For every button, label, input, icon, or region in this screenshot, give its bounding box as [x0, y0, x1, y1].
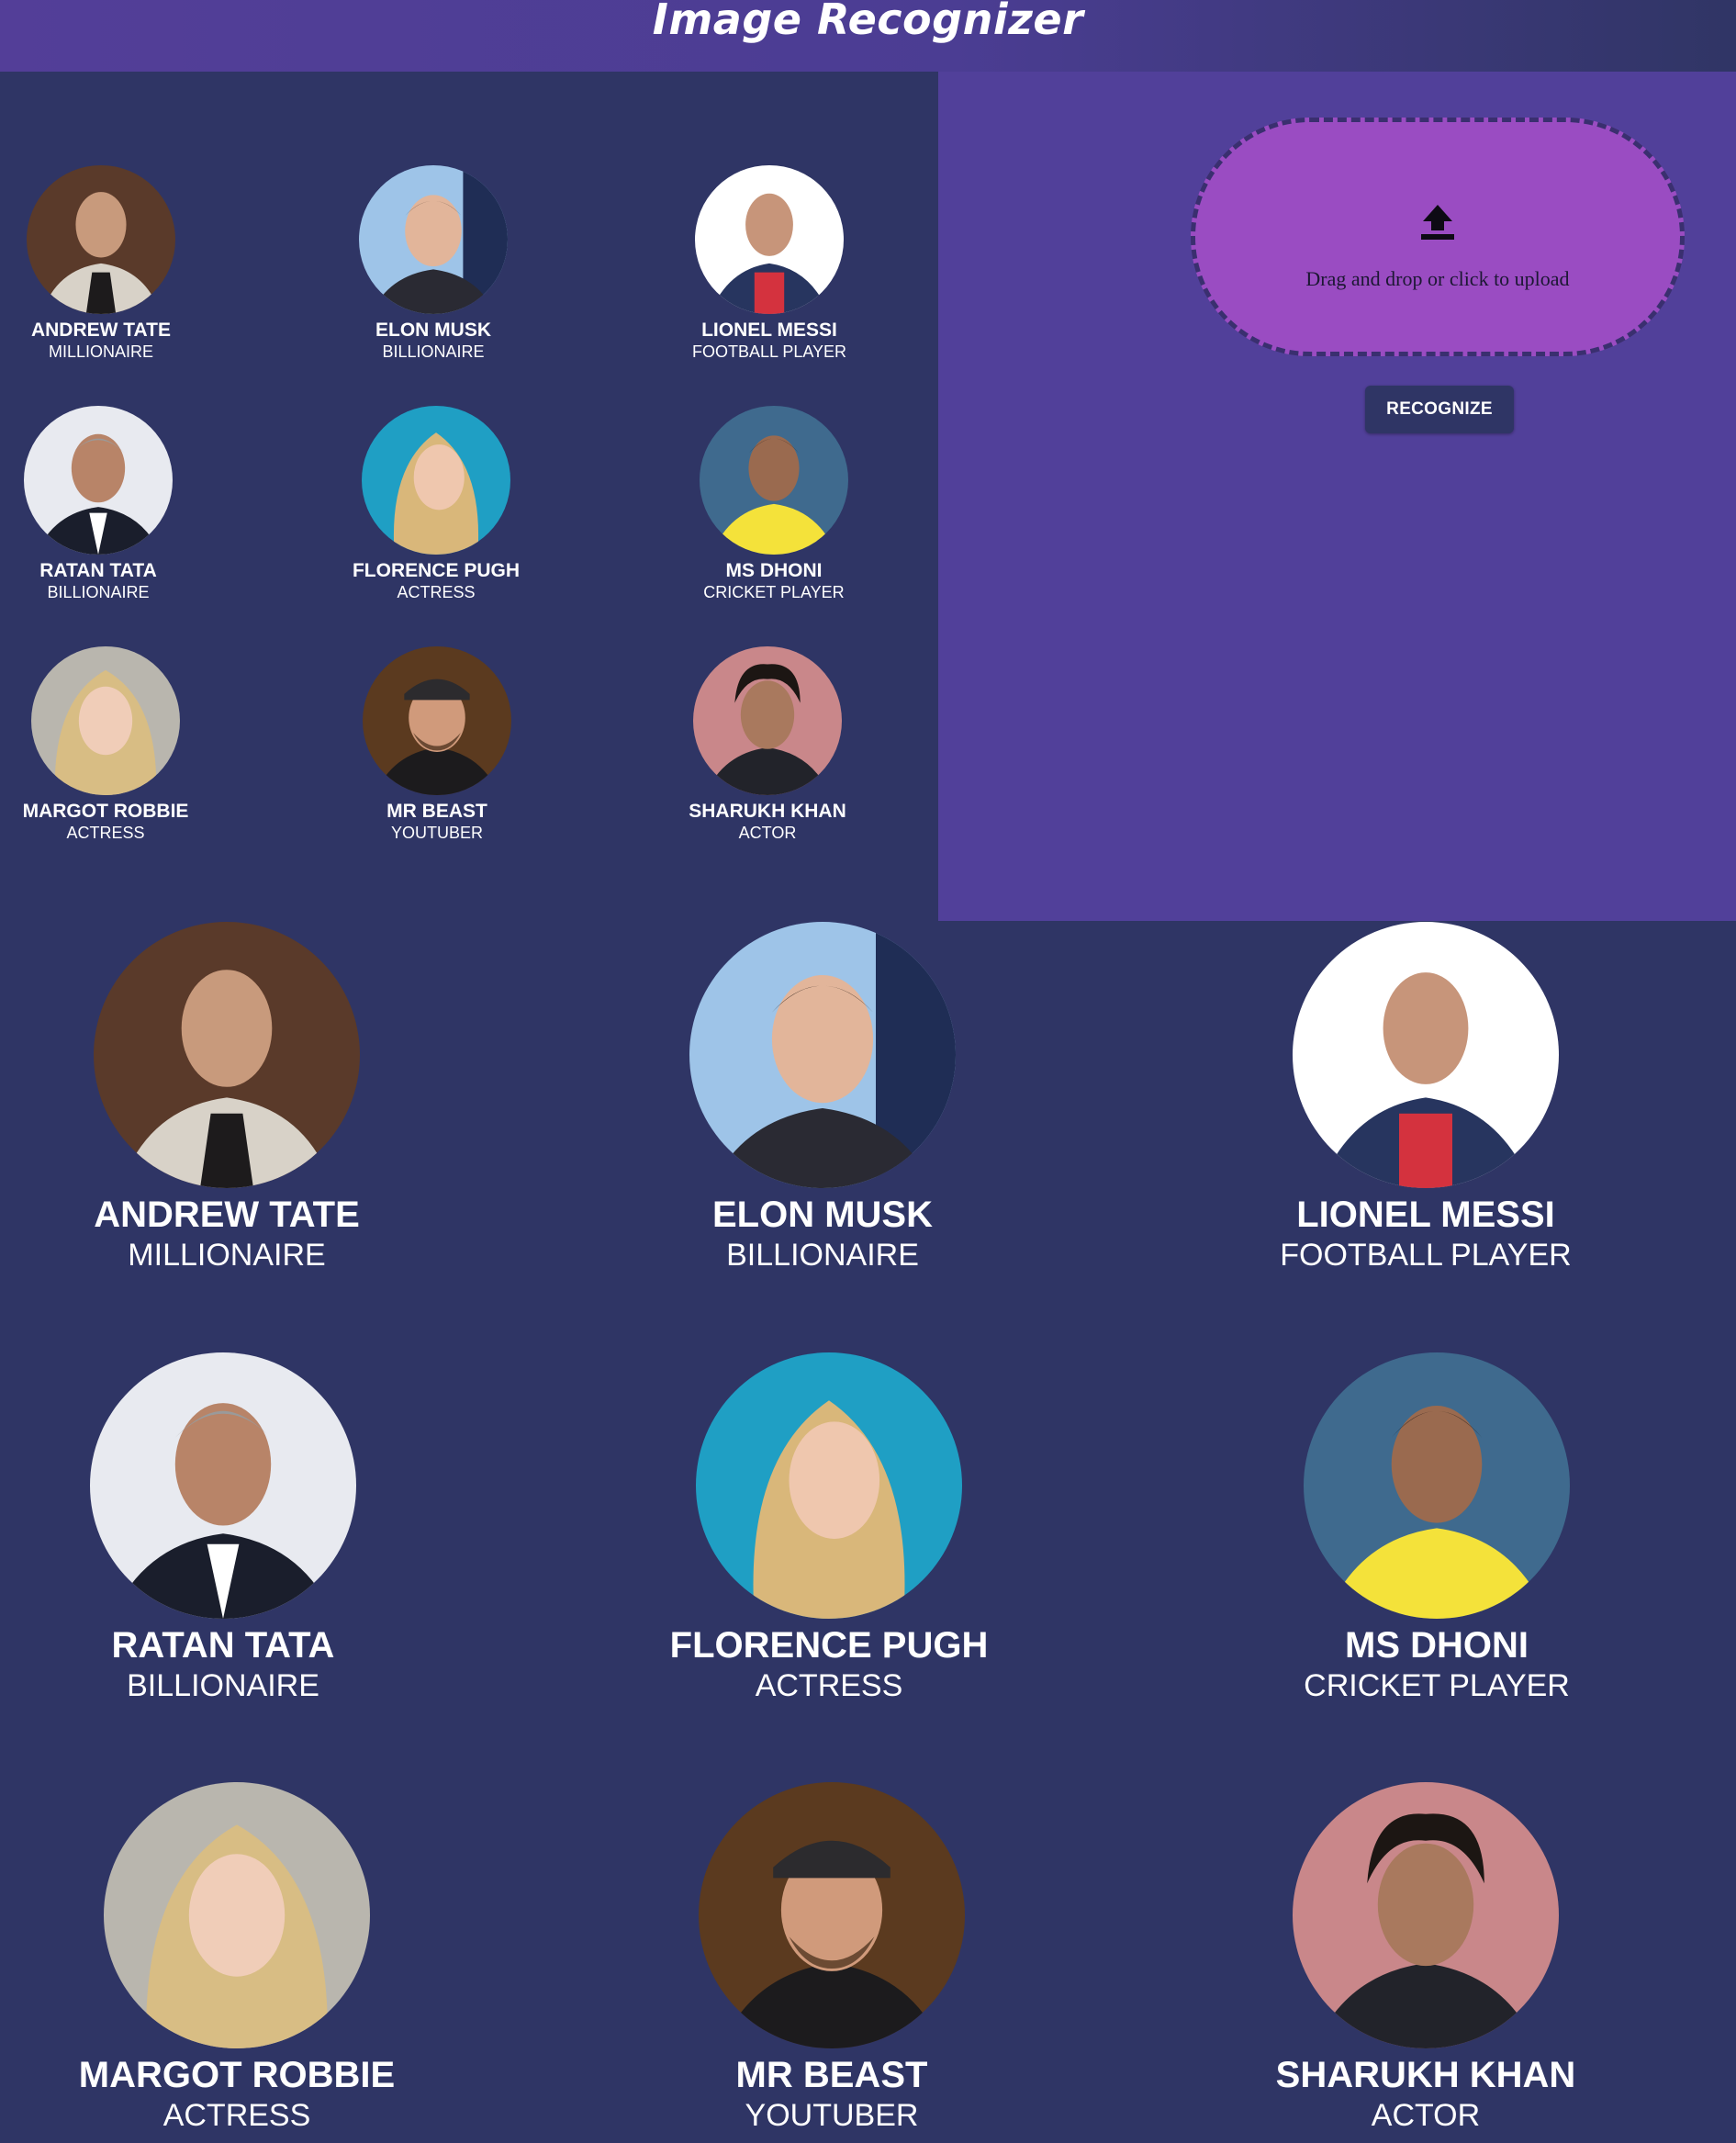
celebrity-card-large-florence-pugh: FLORENCE PUGH ACTRESS — [572, 1352, 1086, 1705]
celebrity-card-mr-beast: MR BEAST YOUTUBER — [290, 646, 584, 843]
celebrity-name: FLORENCE PUGH — [669, 1625, 989, 1666]
avatar — [24, 406, 173, 555]
celebrity-name: ELON MUSK — [712, 1195, 933, 1235]
celebrity-role: YOUTUBER — [390, 824, 483, 842]
portrait-image — [31, 646, 180, 795]
celebrity-name: SHARUKH KHAN — [1275, 2055, 1576, 2095]
celebrity-role: ACTOR — [1371, 2098, 1481, 2133]
avatar — [700, 406, 848, 555]
portrait-image — [693, 646, 842, 795]
portrait-image — [359, 165, 508, 314]
celebrity-card-large-sharukh-khan: SHARUKH KHAN ACTOR — [1169, 1782, 1683, 2135]
portrait-image — [695, 165, 844, 314]
avatar — [699, 1782, 965, 2048]
portrait-image — [24, 406, 173, 555]
celebrity-name: MARGOT ROBBIE — [22, 801, 189, 822]
celebrity-role: BILLIONAIRE — [382, 342, 485, 361]
portrait-image — [696, 1352, 962, 1619]
celebrity-role: ACTRESS — [397, 583, 476, 601]
celebrity-card-large-andrew-tate: ANDREW TATE MILLIONAIRE — [0, 922, 484, 1274]
celebrity-card-florence-pugh: FLORENCE PUGH ACTRESS — [289, 406, 583, 602]
avatar — [689, 922, 956, 1188]
celebrity-name: LIONEL MESSI — [1296, 1195, 1555, 1235]
avatar — [104, 1782, 370, 2048]
celebrity-name: SHARUKH KHAN — [689, 801, 846, 822]
celebrity-card-large-margot-robbie: MARGOT ROBBIE ACTRESS — [0, 1782, 494, 2135]
avatar — [1293, 1782, 1559, 2048]
celebrity-role: ACTOR — [738, 824, 797, 842]
app-header: Image Recognizer — [0, 0, 1736, 72]
avatar — [696, 1352, 962, 1619]
avatar — [94, 922, 360, 1188]
avatar — [695, 165, 844, 314]
portrait-image — [94, 922, 360, 1188]
celebrity-role: ACTRESS — [66, 824, 145, 842]
celebrity-role: MILLIONAIRE — [48, 342, 154, 361]
avatar — [362, 406, 510, 555]
celebrity-card-ratan-tata: RATAN TATA BILLIONAIRE — [0, 406, 245, 602]
celebrity-role: ACTRESS — [162, 2098, 311, 2133]
celebrity-card-andrew-tate: ANDREW TATE MILLIONAIRE — [0, 165, 248, 362]
portrait-image — [104, 1782, 370, 2048]
avatar — [27, 165, 175, 314]
celebrity-card-large-ms-dhoni: MS DHONI CRICKET PLAYER — [1180, 1352, 1694, 1705]
portrait-image — [1304, 1352, 1570, 1619]
celebrity-card-large-elon-musk: ELON MUSK BILLIONAIRE — [566, 922, 1080, 1274]
celebrity-role: CRICKET PLAYER — [703, 583, 845, 601]
celebrity-name: ANDREW TATE — [94, 1195, 360, 1235]
celebrity-card-ms-dhoni: MS DHONI CRICKET PLAYER — [627, 406, 921, 602]
celebrity-name: FLORENCE PUGH — [352, 560, 520, 581]
celebrity-name: MARGOT ROBBIE — [78, 2055, 396, 2095]
portrait-image — [90, 1352, 356, 1619]
celebrity-role: FOOTBALL PLAYER — [691, 342, 847, 361]
celebrity-name: MS DHONI — [1345, 1625, 1529, 1666]
celebrity-role: MILLIONAIRE — [128, 1238, 326, 1273]
celebrity-role: BILLIONAIRE — [47, 583, 150, 601]
celebrity-card-lionel-messi: LIONEL MESSI FOOTBALL PLAYER — [622, 165, 916, 362]
celebrity-name: RATAN TATA — [111, 1625, 335, 1666]
celebrity-grid-small: ANDREW TATE MILLIONAIRE ELON MUSK BILLIO… — [0, 72, 938, 921]
celebrity-role: FOOTBALL PLAYER — [1280, 1238, 1572, 1273]
recognize-button[interactable]: RECOGNIZE — [1365, 386, 1514, 433]
upload-instructions: Drag and drop or click to upload — [1305, 267, 1570, 290]
avatar — [90, 1352, 356, 1619]
portrait-image — [700, 406, 848, 555]
portrait-image — [1293, 1782, 1559, 2048]
celebrity-role: ACTRESS — [755, 1668, 903, 1703]
portrait-image — [27, 165, 175, 314]
celebrity-name: LIONEL MESSI — [701, 320, 837, 341]
avatar — [1293, 922, 1559, 1188]
avatar — [359, 165, 508, 314]
celebrity-card-large-ratan-tata: RATAN TATA BILLIONAIRE — [0, 1352, 480, 1705]
avatar — [363, 646, 511, 795]
portrait-image — [363, 646, 511, 795]
upload-icon — [1421, 205, 1454, 240]
celebrity-role: CRICKET PLAYER — [1304, 1668, 1570, 1703]
avatar — [1304, 1352, 1570, 1619]
celebrity-role: YOUTUBER — [745, 2098, 919, 2133]
celebrity-card-large-mr-beast: MR BEAST YOUTUBER — [575, 1782, 1089, 2135]
avatar — [31, 646, 180, 795]
portrait-image — [1293, 922, 1559, 1188]
celebrity-card-margot-robbie: MARGOT ROBBIE ACTRESS — [0, 646, 252, 843]
celebrity-name: ELON MUSK — [375, 320, 491, 341]
celebrity-card-sharukh-khan: SHARUKH KHAN ACTOR — [621, 646, 914, 843]
celebrity-name: RATAN TATA — [39, 560, 157, 581]
celebrity-role: BILLIONAIRE — [726, 1238, 919, 1273]
portrait-image — [689, 922, 956, 1188]
upload-dropzone[interactable]: Drag and drop or click to upload — [1191, 118, 1685, 356]
avatar — [693, 646, 842, 795]
celebrity-role: BILLIONAIRE — [127, 1668, 319, 1703]
page-title: Image Recognizer — [652, 0, 1084, 44]
celebrity-card-large-lionel-messi: LIONEL MESSI FOOTBALL PLAYER — [1169, 922, 1683, 1274]
celebrity-name: MR BEAST — [386, 801, 487, 822]
celebrity-name: MS DHONI — [725, 560, 823, 581]
portrait-image — [699, 1782, 965, 2048]
portrait-image — [362, 406, 510, 555]
upload-panel: Drag and drop or click to upload RECOGNI… — [938, 72, 1736, 921]
celebrity-name: MR BEAST — [735, 2055, 928, 2095]
celebrity-card-elon-musk: ELON MUSK BILLIONAIRE — [286, 165, 580, 362]
celebrity-name: ANDREW TATE — [30, 320, 172, 341]
